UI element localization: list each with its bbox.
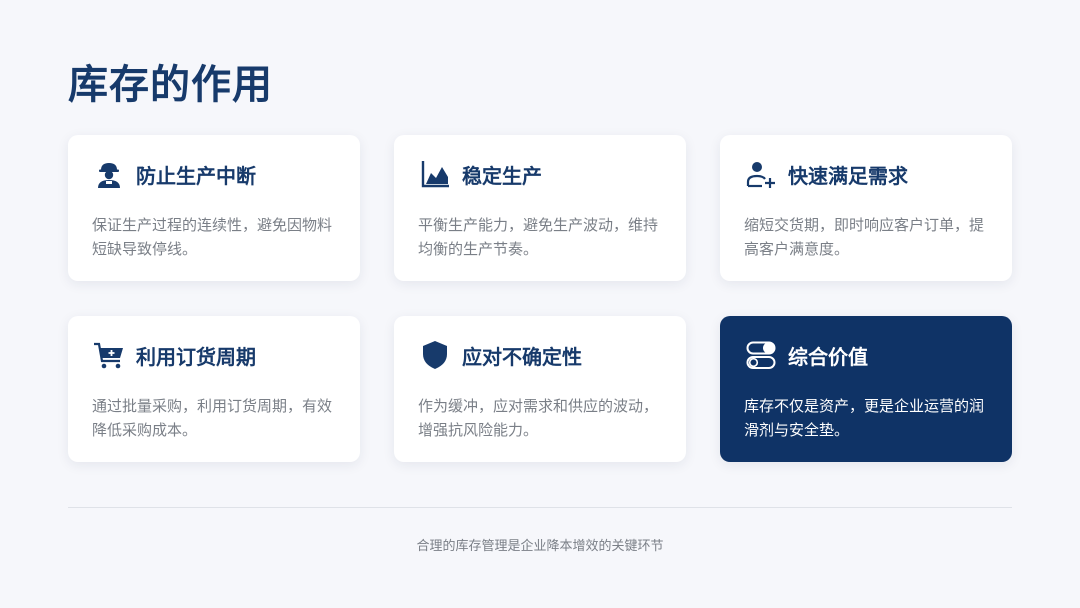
page-title: 库存的作用 [68,62,273,108]
card-title: 应对不确定性 [462,344,582,369]
card-title: 利用订货周期 [136,344,256,369]
shield-icon [418,338,452,372]
worker-icon [92,157,126,191]
card-description: 通过批量采购，利用订货周期，有效降低采购成本。 [92,397,333,439]
footer-note: 合理的库存管理是企业降本增效的关键环节 [416,539,664,554]
card-prevent-interruption: 防止生产中断 保证生产过程的连续性，避免因物料短缺导致停线。 [68,135,360,281]
card-description: 作为缓冲，应对需求和供应的波动，增强抗风险能力。 [418,397,659,439]
card-title: 稳定生产 [462,163,542,188]
area-chart-icon [418,157,452,191]
card-description: 保证生产过程的连续性，避免因物料短缺导致停线。 [92,216,333,258]
card-title: 防止生产中断 [136,163,256,188]
shopping-cart-icon [92,338,126,372]
card-order-cycle: 利用订货周期 通过批量采购，利用订货周期，有效降低采购成本。 [68,316,360,462]
card-stable-production: 稳定生产 平衡生产能力，避免生产波动，维持均衡的生产节奏。 [394,135,686,281]
card-overall-value: 综合价值 库存不仅是资产，更是企业运营的润滑剂与安全垫。 [720,316,1012,462]
card-uncertainty: 应对不确定性 作为缓冲，应对需求和供应的波动，增强抗风险能力。 [394,316,686,462]
cards-grid: 防止生产中断 保证生产过程的连续性，避免因物料短缺导致停线。 稳定生产 平衡生产… [68,135,1012,462]
card-meet-demand: 快速满足需求 缩短交货期，即时响应客户订单，提高客户满意度。 [720,135,1012,281]
add-user-icon [744,157,778,191]
card-description: 库存不仅是资产，更是企业运营的润滑剂与安全垫。 [744,397,985,439]
divider [68,507,1012,508]
card-title: 综合价值 [788,344,868,369]
card-description: 平衡生产能力，避免生产波动，维持均衡的生产节奏。 [418,216,659,258]
card-description: 缩短交货期，即时响应客户订单，提高客户满意度。 [744,216,985,258]
card-title: 快速满足需求 [788,163,908,188]
toggle-icon [744,338,778,372]
